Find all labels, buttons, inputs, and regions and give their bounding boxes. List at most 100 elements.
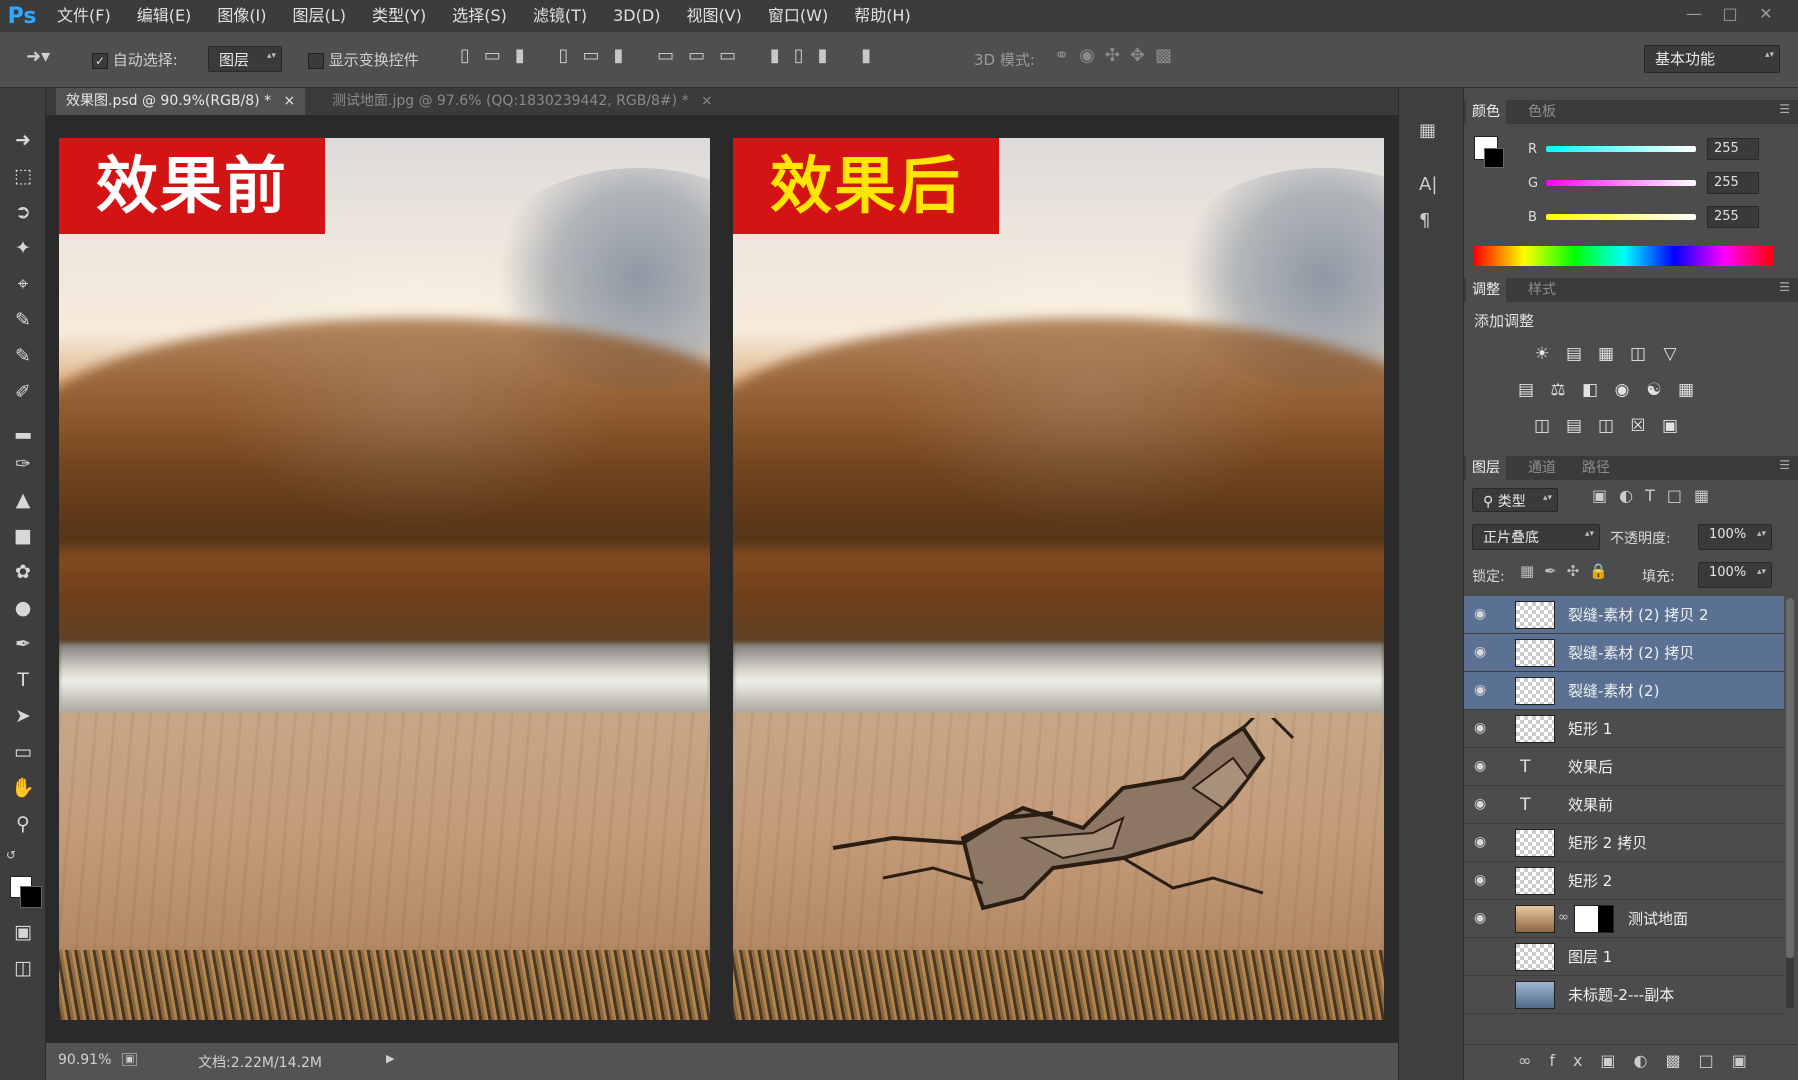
3d-tools-icons[interactable]: ⚭◉✣✥▩ xyxy=(1054,45,1182,66)
status-arrow-icon[interactable]: ▶ xyxy=(386,1052,394,1065)
g-slider[interactable] xyxy=(1546,180,1696,186)
workspace-dropdown[interactable]: 基本功能 xyxy=(1644,45,1780,73)
layer-row[interactable]: ◉ 裂缝-素材 (2) 拷贝 xyxy=(1464,634,1784,672)
path-selection-tool-icon[interactable]: ➤ xyxy=(9,702,37,730)
lasso-tool-icon[interactable]: ➲ xyxy=(9,198,37,226)
eye-icon[interactable]: ◉ xyxy=(1474,873,1496,887)
menu-file[interactable]: 文件(F) xyxy=(44,0,124,32)
tab-test-ground[interactable]: 测试地面.jpg @ 97.6% (QQ:1830239442, RGB/8#)… xyxy=(322,88,723,115)
swap-colors-icon[interactable]: ↺ xyxy=(6,848,16,862)
eye-icon[interactable]: ◉ xyxy=(1474,721,1496,735)
zoom-level[interactable]: 90.91% xyxy=(58,1052,111,1068)
tab-color[interactable]: 颜色 xyxy=(1466,100,1506,124)
layer-row[interactable]: ◉ 未标题-2---副本 xyxy=(1464,976,1784,1014)
curves-icon[interactable]: ▦ xyxy=(1594,342,1618,366)
minimize-button[interactable]: — xyxy=(1676,4,1712,28)
panel-menu-icon[interactable]: ☰ xyxy=(1779,280,1790,294)
tab-close-icon[interactable]: × xyxy=(701,93,713,109)
document-image[interactable]: 效果前 效果后 xyxy=(59,138,1384,1020)
eye-icon[interactable]: ◉ xyxy=(1474,987,1496,1001)
r-slider[interactable] xyxy=(1546,146,1696,152)
menu-window[interactable]: 窗口(W) xyxy=(755,0,841,32)
eye-icon[interactable]: ◉ xyxy=(1474,835,1496,849)
move-tool-icon[interactable]: ➜▾ xyxy=(26,46,50,67)
hue-saturation-icon[interactable]: ▤ xyxy=(1514,378,1538,402)
layer-filter-icons[interactable]: ▣◐T□▦ xyxy=(1592,486,1721,505)
layer-row[interactable]: ◉ ∞ 测试地面 xyxy=(1464,900,1784,938)
auto-select-toggle[interactable]: ✓ 自动选择: xyxy=(92,49,178,70)
menu-view[interactable]: 视图(V) xyxy=(673,0,754,32)
layer-row[interactable]: ◉ 裂缝-素材 (2) xyxy=(1464,672,1784,710)
levels-icon[interactable]: ▤ xyxy=(1562,342,1586,366)
menu-filter[interactable]: 滤镜(T) xyxy=(520,0,600,32)
layer-action-icons[interactable]: ∞fx▣◐▩□▣ xyxy=(1518,1051,1765,1070)
tab-styles[interactable]: 样式 xyxy=(1522,278,1562,302)
zoom-tool-icon[interactable]: ⚲ xyxy=(9,810,37,838)
layer-row[interactable]: ◉ 图层 1 xyxy=(1464,938,1784,976)
channel-mixer-icon[interactable]: ☯ xyxy=(1642,378,1666,402)
background-color-swatch[interactable] xyxy=(20,886,42,908)
history-panel-icon[interactable]: ▦ xyxy=(1419,120,1436,141)
checkbox-icon[interactable] xyxy=(308,52,324,69)
eye-icon[interactable]: ◉ xyxy=(1474,949,1496,963)
marquee-tool-icon[interactable]: ⬚ xyxy=(9,162,37,190)
brightness-icon[interactable]: ☀ xyxy=(1530,342,1554,366)
blur-tool-icon[interactable]: ✿ xyxy=(9,558,37,586)
move-tool-icon[interactable]: ➜ xyxy=(9,126,37,154)
menu-edit[interactable]: 编辑(E) xyxy=(124,0,205,32)
eye-icon[interactable]: ◉ xyxy=(1474,911,1496,925)
stamp-tool-icon[interactable]: ▂ xyxy=(9,414,37,442)
pen-tool-icon[interactable]: ✒ xyxy=(9,630,37,658)
tab-swatches[interactable]: 色板 xyxy=(1522,100,1562,124)
tab-paths[interactable]: 路径 xyxy=(1576,456,1616,480)
layer-row[interactable]: ◉ 矩形 1 xyxy=(1464,710,1784,748)
exposure-icon[interactable]: ◫ xyxy=(1626,342,1650,366)
healing-brush-tool-icon[interactable]: ✎ xyxy=(9,342,37,370)
eyedropper-tool-icon[interactable]: ✎ xyxy=(9,306,37,334)
restore-button[interactable]: □ xyxy=(1712,4,1748,28)
menu-3d[interactable]: 3D(D) xyxy=(600,0,673,32)
color-lookup-icon[interactable]: ▦ xyxy=(1674,378,1698,402)
menu-image[interactable]: 图像(I) xyxy=(204,0,279,32)
eye-icon[interactable]: ◉ xyxy=(1474,683,1496,697)
eye-icon[interactable]: ◉ xyxy=(1474,797,1496,811)
vibrance-icon[interactable]: ▽ xyxy=(1658,342,1682,366)
b-slider[interactable] xyxy=(1546,214,1696,220)
background-color-swatch[interactable] xyxy=(1484,148,1504,168)
r-value[interactable]: 255 xyxy=(1707,138,1759,160)
layer-row[interactable]: ◉ T 效果后 xyxy=(1464,748,1784,786)
tab-layers[interactable]: 图层 xyxy=(1466,456,1506,480)
show-transform-toggle[interactable]: 显示变换控件 xyxy=(308,49,419,70)
fill-field[interactable]: 100% xyxy=(1698,562,1772,588)
tab-adjustments[interactable]: 调整 xyxy=(1466,278,1506,302)
threshold-icon[interactable]: ◫ xyxy=(1594,414,1618,438)
paragraph-panel-icon[interactable]: ¶ xyxy=(1419,210,1430,231)
invert-icon[interactable]: ◫ xyxy=(1530,414,1554,438)
tab-channels[interactable]: 通道 xyxy=(1522,456,1562,480)
crop-tool-icon[interactable]: ⌖ xyxy=(9,270,37,298)
tab-effect-psd[interactable]: 效果图.psd @ 90.9%(RGB/8) * × xyxy=(56,88,306,115)
zoom-icon[interactable]: ▣ xyxy=(122,1053,138,1066)
menu-layer[interactable]: 图层(L) xyxy=(280,0,359,32)
lock-icons[interactable]: ▦✒✣🔒 xyxy=(1520,562,1618,580)
gradient-map-icon[interactable]: ▣ xyxy=(1658,414,1682,438)
black-white-icon[interactable]: ◧ xyxy=(1578,378,1602,402)
quick-mask-icon[interactable]: ▣ xyxy=(9,918,37,946)
layer-row[interactable]: ◉ 裂缝-素材 (2) 拷贝 2 xyxy=(1464,596,1784,634)
eye-icon[interactable]: ◉ xyxy=(1474,607,1496,621)
screen-mode-icon[interactable]: ◫ xyxy=(9,954,37,982)
layers-scrollbar[interactable] xyxy=(1786,598,1794,1008)
b-value[interactable]: 255 xyxy=(1707,206,1759,228)
menu-type[interactable]: 类型(Y) xyxy=(359,0,439,32)
align-icons-group[interactable]: ▯▭▮ ▯▭▮ ▭▭▭ ▮▯▮ ▮ xyxy=(460,45,885,66)
layer-row[interactable]: ◉ 矩形 2 xyxy=(1464,862,1784,900)
gradient-tool-icon[interactable]: ■ xyxy=(9,522,37,550)
layer-row[interactable]: ◉ T 效果前 xyxy=(1464,786,1784,824)
eraser-tool-icon[interactable]: ▲ xyxy=(9,486,37,514)
dodge-tool-icon[interactable]: ● xyxy=(9,594,37,622)
photo-filter-icon[interactable]: ◉ xyxy=(1610,378,1634,402)
eye-icon[interactable]: ◉ xyxy=(1474,759,1496,773)
color-spectrum[interactable] xyxy=(1474,246,1774,266)
brush-tool-icon[interactable]: ✐ xyxy=(9,378,37,406)
rectangle-tool-icon[interactable]: ▭ xyxy=(9,738,37,766)
